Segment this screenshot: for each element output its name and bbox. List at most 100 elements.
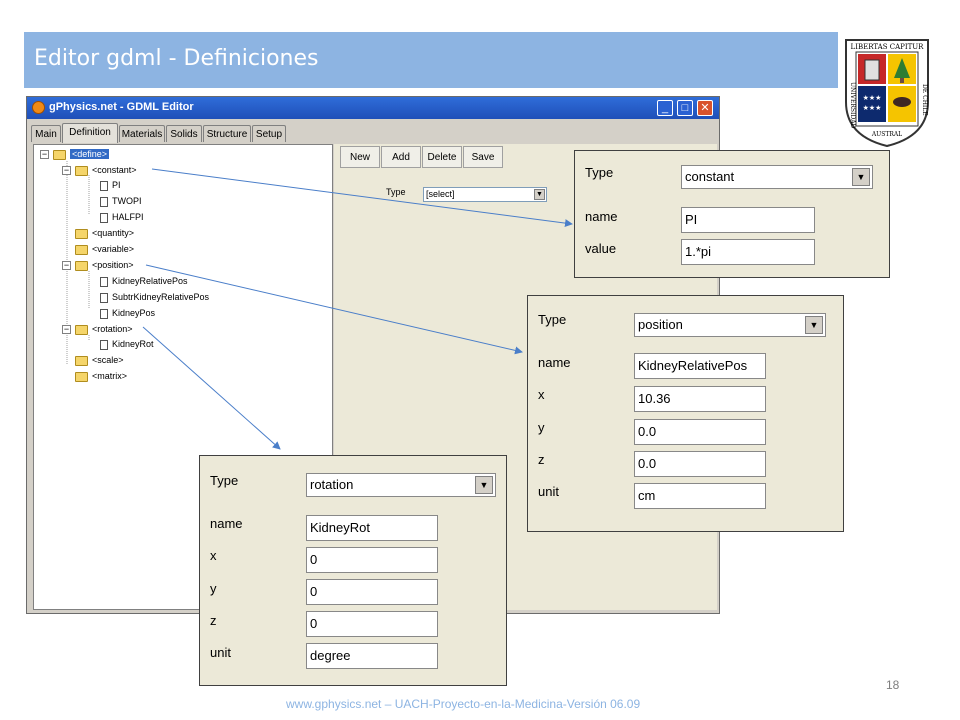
tree-item-label: KidneyRot: [112, 339, 154, 349]
chevron-down-icon[interactable]: ▼: [805, 316, 823, 334]
close-icon[interactable]: ✕: [697, 100, 713, 116]
position-x-input[interactable]: 10.36: [634, 386, 766, 412]
rotation-x-input[interactable]: 0: [306, 547, 438, 573]
constant-value-label: value: [585, 241, 617, 256]
tree-item-quantity[interactable]: <quantity>: [75, 226, 134, 240]
position-unit-label: unit: [538, 484, 559, 499]
position-z-input[interactable]: 0.0: [634, 451, 766, 477]
minimize-icon[interactable]: _: [657, 100, 673, 116]
document-icon: [100, 339, 108, 350]
tab-structure[interactable]: Structure: [203, 125, 251, 142]
rotation-unit-input[interactable]: degree: [306, 643, 438, 669]
folder-icon: [75, 244, 88, 255]
tree-item-label: KidneyPos: [112, 308, 156, 318]
position-x-label: x: [538, 387, 545, 402]
logo-bottom-text: AUSTRAL: [871, 131, 902, 138]
position-type-select[interactable]: position ▼: [634, 313, 826, 337]
constant-name-label: name: [585, 209, 618, 224]
type-select-value: [select]: [426, 189, 455, 199]
tree-item-matrix[interactable]: <matrix>: [75, 369, 127, 383]
tree-item-constant[interactable]: − <constant>: [62, 163, 137, 177]
tree-item-position[interactable]: − <position>: [62, 258, 134, 272]
position-type-value: position: [638, 317, 683, 332]
rotation-type-select[interactable]: rotation ▼: [306, 473, 496, 497]
document-icon: [100, 292, 108, 303]
chevron-down-icon[interactable]: ▼: [534, 189, 545, 200]
folder-icon: [53, 149, 66, 160]
logo-side-left: UNIVERSIDAD: [849, 82, 856, 129]
tree-item-label: <scale>: [92, 355, 124, 365]
document-icon: [100, 276, 108, 287]
rotation-unit-label: unit: [210, 645, 231, 660]
tree-item-rotation[interactable]: − <rotation>: [62, 322, 133, 336]
tree-item-subtrkidneyrelativepos[interactable]: SubtrKidneyRelativePos: [100, 290, 209, 304]
tab-solids[interactable]: Solids: [166, 125, 202, 142]
rotation-name-input[interactable]: KidneyRot: [306, 515, 438, 541]
rotation-z-label: z: [210, 613, 217, 628]
position-name-label: name: [538, 355, 571, 370]
constant-type-value: constant: [685, 169, 735, 184]
maximize-icon[interactable]: □: [677, 100, 693, 116]
slide-title: Editor gdml - Definiciones: [34, 46, 319, 71]
collapse-icon[interactable]: −: [62, 261, 71, 271]
position-y-input[interactable]: 0.0: [634, 419, 766, 445]
position-type-label: Type: [538, 312, 567, 327]
tab-main[interactable]: Main: [31, 125, 61, 142]
tree-item-label: <define>: [70, 149, 110, 159]
document-icon: [100, 308, 108, 319]
tab-materials[interactable]: Materials: [119, 125, 165, 142]
rotation-type-value: rotation: [310, 477, 354, 492]
collapse-icon[interactable]: −: [62, 166, 71, 176]
tree-item-label: <position>: [92, 260, 134, 270]
rotation-y-input[interactable]: 0: [306, 579, 438, 605]
tree-item-pi[interactable]: PI: [100, 178, 121, 192]
collapse-icon[interactable]: −: [40, 150, 49, 160]
constant-panel: Type constant ▼ name PI value 1.*pi: [574, 150, 890, 278]
delete-button[interactable]: Delete: [422, 146, 462, 168]
save-button[interactable]: Save: [463, 146, 503, 168]
tree-item-label: HALFPI: [112, 212, 144, 222]
add-button[interactable]: Add: [381, 146, 421, 168]
tree-item-halfpi[interactable]: HALFPI: [100, 210, 144, 224]
chevron-down-icon[interactable]: ▼: [852, 168, 870, 186]
type-select[interactable]: [select] ▼: [423, 187, 547, 202]
university-logo: ★★★ ★★★ LIBERTAS CAPITUR UNIVERSIDAD DE …: [845, 39, 929, 148]
chevron-down-icon[interactable]: ▼: [475, 476, 493, 494]
rotation-name-label: name: [210, 516, 243, 531]
folder-icon: [75, 228, 88, 239]
tree-item-kidneyrelativepos[interactable]: KidneyRelativePos: [100, 274, 188, 288]
tab-setup[interactable]: Setup: [252, 125, 286, 142]
tree-item-define[interactable]: − <define>: [40, 147, 110, 161]
window-titlebar[interactable]: gPhysics.net - GDML Editor _ □ ✕: [27, 97, 719, 119]
tree-item-twopi[interactable]: TWOPI: [100, 194, 142, 208]
document-icon: [100, 212, 108, 223]
tree-item-kidneypos[interactable]: KidneyPos: [100, 306, 155, 320]
constant-type-select[interactable]: constant ▼: [681, 165, 873, 189]
rotation-panel: Type rotation ▼ name KidneyRot x 0 y 0 z…: [199, 455, 507, 686]
svg-text:★★★: ★★★: [863, 104, 882, 112]
position-unit-input[interactable]: cm: [634, 483, 766, 509]
tree-item-label: <constant>: [92, 165, 137, 175]
tab-definition[interactable]: Definition: [62, 123, 118, 143]
new-button[interactable]: New: [340, 146, 380, 168]
tree-item-label: KidneyRelativePos: [112, 276, 188, 286]
tree-item-label: <quantity>: [92, 228, 135, 238]
constant-name-input[interactable]: PI: [681, 207, 815, 233]
rotation-y-label: y: [210, 581, 217, 596]
collapse-icon[interactable]: −: [62, 325, 71, 335]
type-label: Type: [386, 187, 406, 197]
rotation-z-input[interactable]: 0: [306, 611, 438, 637]
tree-item-kidneyrot[interactable]: KidneyRot: [100, 337, 154, 351]
position-name-input[interactable]: KidneyRelativePos: [634, 353, 766, 379]
position-y-label: y: [538, 420, 545, 435]
folder-icon: [75, 371, 88, 382]
tree-item-label: <variable>: [92, 244, 135, 254]
tree-item-variable[interactable]: <variable>: [75, 242, 134, 256]
constant-value-input[interactable]: 1.*pi: [681, 239, 815, 265]
tree-item-scale[interactable]: <scale>: [75, 353, 124, 367]
folder-icon: [75, 165, 88, 176]
svg-text:★★★: ★★★: [863, 94, 882, 102]
tree-item-label: SubtrKidneyRelativePos: [112, 292, 210, 302]
app-icon: [32, 101, 45, 114]
tree-item-label: TWOPI: [112, 196, 142, 206]
